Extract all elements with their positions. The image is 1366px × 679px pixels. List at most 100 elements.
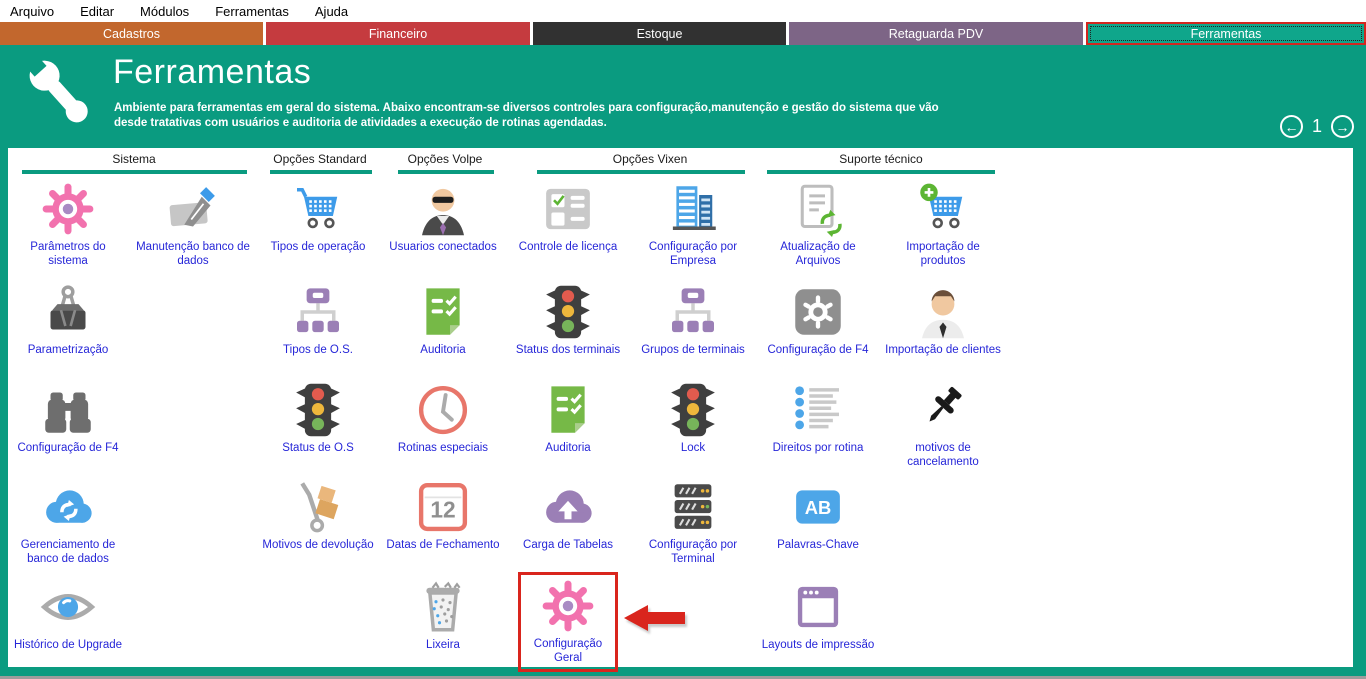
tile-label: Rotinas especiais [385, 442, 501, 456]
page-title: Ferramentas [113, 53, 311, 92]
calendar-12-icon: 12 [385, 478, 501, 536]
doc-check-icon [510, 381, 626, 439]
tile-label: Usuarios conectados [385, 241, 501, 255]
trash-mesh-icon [385, 578, 501, 636]
tile-lixeira[interactable]: Lixeira [385, 578, 501, 653]
next-page-icon[interactable]: → [1331, 115, 1354, 138]
binoculars-icon [10, 381, 126, 439]
section-header-opcoes-standard: Opções Standard [273, 152, 366, 166]
handtruck-icon [260, 478, 376, 536]
tile-label: Histórico de Upgrade [10, 639, 126, 653]
tile-label: Parametrização [10, 344, 126, 358]
tools-panel: SistemaOpções StandardOpções VolpeOpções… [8, 148, 1353, 667]
tile-lock[interactable]: Lock [635, 381, 751, 456]
tile-label: Status de O.S [260, 442, 376, 456]
user-sunglasses-icon [385, 180, 501, 238]
page-description-line1: Ambiente para ferramentas em geral do si… [114, 101, 939, 116]
tile-configuracao-de-f4[interactable]: Configuração de F4 [10, 381, 126, 456]
tile-label: motivos de cancelamento [885, 442, 1001, 469]
tile-layouts-de-impressao[interactable]: Layouts de impressão [760, 578, 876, 653]
tile-motivos-de-devolucao[interactable]: Motivos de devolução [260, 478, 376, 553]
tile-grupos-de-terminais[interactable]: Grupos de terminais [635, 283, 751, 358]
tile-manutencao-banco-de-dados[interactable]: Manutenção banco de dados [135, 180, 251, 268]
tile-label: Parâmetros do sistema [10, 241, 126, 268]
tile-configuracao-geral[interactable]: Configuração Geral [518, 572, 618, 672]
doc-refresh-icon [760, 180, 876, 238]
tile-datas-de-fechamento[interactable]: 12Datas de Fechamento [385, 478, 501, 553]
page-description: Ambiente para ferramentas em geral do si… [114, 101, 939, 130]
traffic-light-icon [510, 283, 626, 341]
tile-auditoria[interactable]: Auditoria [510, 381, 626, 456]
binder-clip-icon [10, 283, 126, 341]
tile-historico-de-upgrade[interactable]: Histórico de Upgrade [10, 578, 126, 653]
clock-red-icon [385, 381, 501, 439]
tab-retaguarda-pdv[interactable]: Retaguarda PDV [789, 22, 1083, 45]
tile-label: Direitos por rotina [760, 442, 876, 456]
tile-label: Lock [635, 442, 751, 456]
tile-auditoria[interactable]: Auditoria [385, 283, 501, 358]
tile-gerenciamento-de-banco-de-dados[interactable]: Gerenciamento de banco de dados [10, 478, 126, 566]
section-underline [767, 170, 995, 174]
tile-motivos-de-cancelamento[interactable]: motivos de cancelamento [885, 381, 1001, 469]
tile-parametrizacao[interactable]: Parametrização [10, 283, 126, 358]
tile-carga-de-tabelas[interactable]: Carga de Tabelas [510, 478, 626, 553]
tile-label: Layouts de impressão [760, 639, 876, 653]
tile-rotinas-especiais[interactable]: Rotinas especiais [385, 381, 501, 456]
tile-label: Controle de licença [510, 241, 626, 255]
prev-page-icon[interactable]: ← [1280, 115, 1303, 138]
menu-item-ferramentas[interactable]: Ferramentas [215, 4, 289, 19]
pushpin-icon [885, 381, 1001, 439]
module-tabstrip: CadastrosFinanceiro Estoque Retaguarda PDV… [0, 22, 1366, 45]
menu-item-modulos[interactable]: Módulos [140, 4, 189, 19]
tile-label: Carga de Tabelas [510, 539, 626, 553]
tile-controle-de-licenca[interactable]: Controle de licença [510, 180, 626, 255]
page-description-line2: desde tratativas com usuários e auditori… [114, 116, 939, 131]
doc-check-icon [385, 283, 501, 341]
tab-label: Estoque [637, 27, 683, 41]
pager: ← 1 → [1280, 115, 1354, 138]
tile-importacao-de-clientes[interactable]: Importação de clientes [885, 283, 1001, 358]
section-header-sistema: Sistema [112, 152, 155, 166]
section-underline [537, 170, 745, 174]
tile-importacao-de-produtos[interactable]: Importação de produtos [885, 180, 1001, 268]
server-rack-icon [635, 478, 751, 536]
tile-tipos-de-o-s[interactable]: Tipos de O.S. [260, 283, 376, 358]
tile-label: Tipos de O.S. [260, 344, 376, 358]
annotation-arrow-icon [623, 602, 687, 639]
page-number: 1 [1312, 116, 1322, 137]
tile-usuarios-conectados[interactable]: Usuarios conectados [385, 180, 501, 255]
cart-plus-icon [885, 180, 1001, 238]
tile-label: Atualização de Arquivos [760, 241, 876, 268]
user-tie-icon [885, 283, 1001, 341]
tile-configuracao-de-f4[interactable]: Configuração de F4 [760, 283, 876, 358]
menu-item-ajuda[interactable]: Ajuda [315, 4, 348, 19]
tile-palavras-chave[interactable]: ABPalavras-Chave [760, 478, 876, 553]
tile-status-de-o-s[interactable]: Status de O.S [260, 381, 376, 456]
org-chart-icon [260, 283, 376, 341]
section-header-opcoes-vixen: Opções Vixen [613, 152, 688, 166]
tile-label: Configuração de F4 [760, 344, 876, 358]
bullet-list-icon [760, 381, 876, 439]
tile-label: Importação de produtos [885, 241, 1001, 268]
menu-bar: Arquivo Editar Módulos Ferramentas Ajuda [0, 0, 1366, 22]
svg-text:12: 12 [430, 497, 455, 523]
tile-label: Status dos terminais [510, 344, 626, 358]
tab-ferramentas[interactable]: Ferramentas [1086, 22, 1366, 45]
tab-cadastros[interactable]: Cadastros [0, 22, 263, 45]
tab-estoque[interactable]: Estoque [533, 22, 786, 45]
tile-parametros-do-sistema[interactable]: Parâmetros do sistema [10, 180, 126, 268]
section-underline [22, 170, 247, 174]
tab-label: Retaguarda PDV [889, 27, 984, 41]
tile-tipos-de-operacao[interactable]: Tipos de operação [260, 180, 376, 255]
menu-item-arquivo[interactable]: Arquivo [10, 4, 54, 19]
tab-financeiro[interactable]: Financeiro [266, 22, 530, 45]
tile-label: Importação de clientes [885, 344, 1001, 358]
tile-atualizacao-de-arquivos[interactable]: Atualização de Arquivos [760, 180, 876, 268]
tile-status-dos-terminais[interactable]: Status dos terminais [510, 283, 626, 358]
tile-configuracao-por-terminal[interactable]: Configuração por Terminal [635, 478, 751, 566]
wrench-icon [16, 49, 108, 146]
menu-item-editar[interactable]: Editar [80, 4, 114, 19]
tile-label: Configuração de F4 [10, 442, 126, 456]
tile-direitos-por-rotina[interactable]: Direitos por rotina [760, 381, 876, 456]
tile-configuracao-por-empresa[interactable]: Configuração por Empresa [635, 180, 751, 268]
